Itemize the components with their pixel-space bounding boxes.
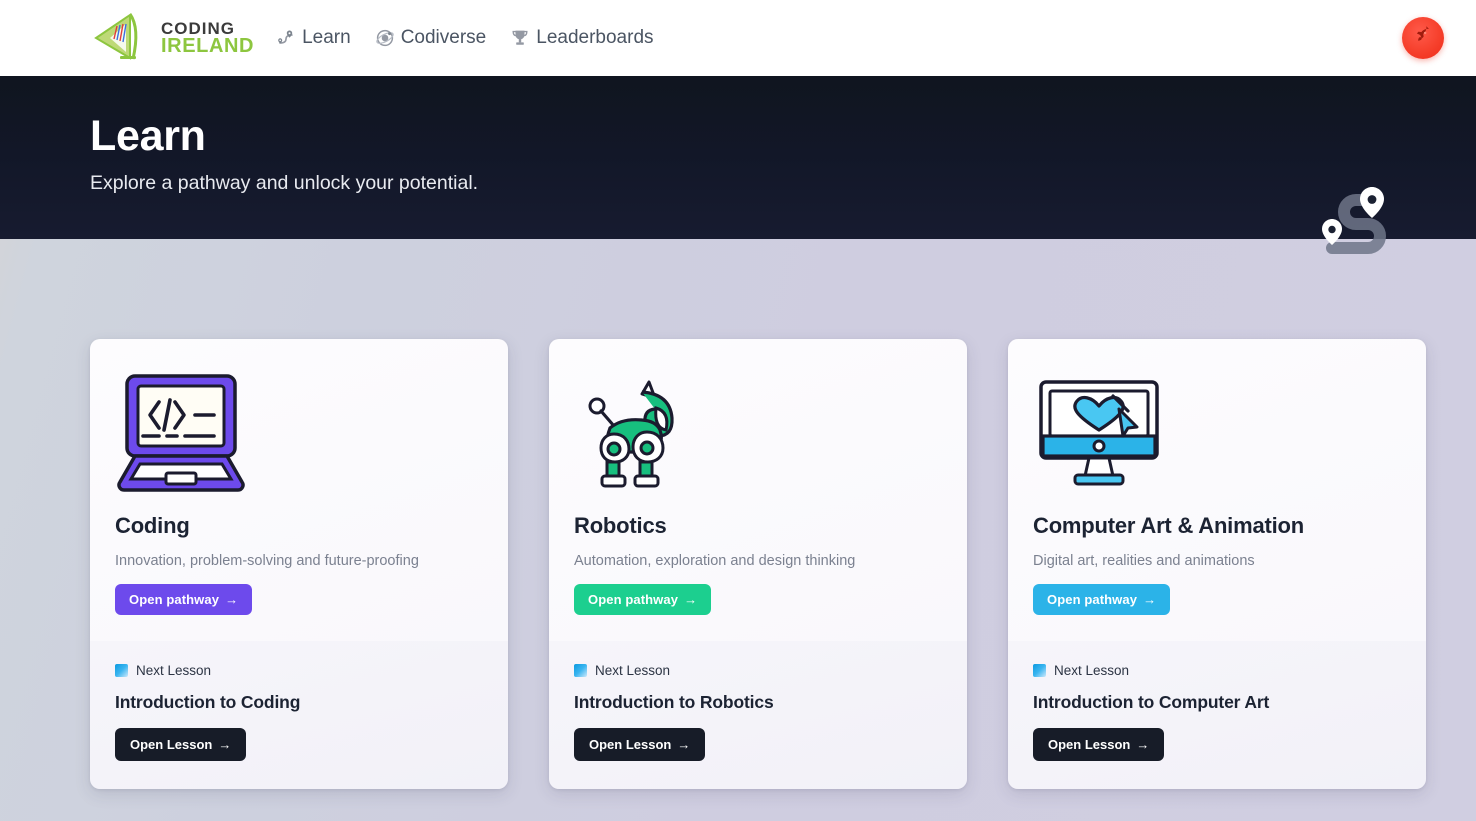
route-pins-icon bbox=[276, 28, 296, 48]
open-lesson-label-computer-art: Open Lesson bbox=[1048, 737, 1130, 752]
lesson-title-robotics: Introduction to Robotics bbox=[574, 692, 942, 713]
next-lesson-row-robotics: Next Lesson bbox=[574, 663, 942, 678]
pathway-card-grid: Coding Innovation, problem-solving and f… bbox=[0, 239, 1476, 789]
brand-logo[interactable]: CODING IRELAND bbox=[90, 12, 254, 64]
open-pathway-button-robotics[interactable]: Open pathway → bbox=[574, 584, 711, 615]
arrow-right-icon: → bbox=[677, 738, 690, 751]
next-lesson-row-computer-art: Next Lesson bbox=[1033, 663, 1401, 678]
nav-links: Learn Codiverse bbox=[276, 27, 653, 49]
open-lesson-label-coding: Open Lesson bbox=[130, 737, 212, 752]
next-lesson-label-computer-art: Next Lesson bbox=[1054, 663, 1129, 678]
card-bottom-coding: Next Lesson Introduction to Coding Open … bbox=[90, 641, 508, 789]
page-subtitle: Explore a pathway and unlock your potent… bbox=[90, 172, 478, 195]
monitor-heart-cursor-icon bbox=[1033, 369, 1401, 497]
next-lesson-label-coding: Next Lesson bbox=[136, 663, 211, 678]
user-avatar[interactable] bbox=[1402, 17, 1444, 59]
orbit-planet-icon bbox=[375, 28, 395, 48]
open-pathway-label-computer-art: Open pathway bbox=[1047, 592, 1137, 607]
hero-banner: Learn Explore a pathway and unlock your … bbox=[0, 76, 1476, 239]
robot-dog-icon bbox=[574, 369, 942, 497]
open-pathway-label-coding: Open pathway bbox=[129, 592, 219, 607]
open-pathway-button-computer-art[interactable]: Open pathway → bbox=[1033, 584, 1170, 615]
next-lesson-row-coding: Next Lesson bbox=[115, 663, 483, 678]
open-lesson-button-computer-art[interactable]: Open Lesson → bbox=[1033, 728, 1164, 761]
card-top-coding: Coding Innovation, problem-solving and f… bbox=[90, 339, 508, 641]
arrow-right-icon: → bbox=[1136, 738, 1149, 751]
card-bottom-computer-art: Next Lesson Introduction to Computer Art… bbox=[1008, 641, 1426, 789]
hero-text: Learn Explore a pathway and unlock your … bbox=[90, 114, 478, 195]
open-lesson-button-robotics[interactable]: Open Lesson → bbox=[574, 728, 705, 761]
nav-item-leaderboards-label: Leaderboards bbox=[536, 27, 653, 49]
arrow-right-icon: → bbox=[684, 593, 697, 606]
laptop-code-icon bbox=[115, 369, 483, 497]
nav-item-codiverse[interactable]: Codiverse bbox=[375, 27, 487, 49]
lesson-title-coding: Introduction to Coding bbox=[115, 692, 483, 713]
trophy-icon bbox=[510, 28, 530, 48]
card-description-computer-art: Digital art, realities and animations bbox=[1033, 553, 1401, 569]
pathway-card-robotics[interactable]: Robotics Automation, exploration and des… bbox=[549, 339, 967, 789]
card-title-computer-art: Computer Art & Animation bbox=[1033, 513, 1401, 539]
card-top-robotics: Robotics Automation, exploration and des… bbox=[549, 339, 967, 641]
card-title-coding: Coding bbox=[115, 513, 483, 539]
book-icon bbox=[1033, 664, 1046, 677]
card-description-coding: Innovation, problem-solving and future-p… bbox=[115, 553, 483, 569]
open-pathway-label-robotics: Open pathway bbox=[588, 592, 678, 607]
nav-item-learn-label: Learn bbox=[302, 27, 351, 49]
card-title-robotics: Robotics bbox=[574, 513, 942, 539]
card-top-computer-art: Computer Art & Animation Digital art, re… bbox=[1008, 339, 1426, 641]
arrow-right-icon: → bbox=[218, 738, 231, 751]
card-description-robotics: Automation, exploration and design think… bbox=[574, 553, 942, 569]
nav-item-codiverse-label: Codiverse bbox=[401, 27, 487, 49]
pathway-route-pins-icon bbox=[1310, 184, 1398, 262]
page-title: Learn bbox=[90, 114, 478, 159]
pathway-card-computer-art[interactable]: Computer Art & Animation Digital art, re… bbox=[1008, 339, 1426, 789]
lesson-title-computer-art: Introduction to Computer Art bbox=[1033, 692, 1401, 713]
top-navigation-bar: CODING IRELAND Learn bbox=[0, 0, 1476, 76]
card-bottom-robotics: Next Lesson Introduction to Robotics Ope… bbox=[549, 641, 967, 789]
open-lesson-button-coding[interactable]: Open Lesson → bbox=[115, 728, 246, 761]
book-icon bbox=[574, 664, 587, 677]
brand-line-2: IRELAND bbox=[161, 37, 254, 55]
book-icon bbox=[115, 664, 128, 677]
rocket-icon bbox=[1414, 26, 1433, 50]
open-lesson-label-robotics: Open Lesson bbox=[589, 737, 671, 752]
nav-item-leaderboards[interactable]: Leaderboards bbox=[510, 27, 653, 49]
pathway-card-coding[interactable]: Coding Innovation, problem-solving and f… bbox=[90, 339, 508, 789]
open-pathway-button-coding[interactable]: Open pathway → bbox=[115, 584, 252, 615]
brand-wordmark: CODING IRELAND bbox=[161, 21, 254, 55]
nav-item-learn[interactable]: Learn bbox=[276, 27, 351, 49]
harp-logo-icon bbox=[90, 12, 152, 64]
next-lesson-label-robotics: Next Lesson bbox=[595, 663, 670, 678]
arrow-right-icon: → bbox=[225, 593, 238, 606]
arrow-right-icon: → bbox=[1143, 593, 1156, 606]
